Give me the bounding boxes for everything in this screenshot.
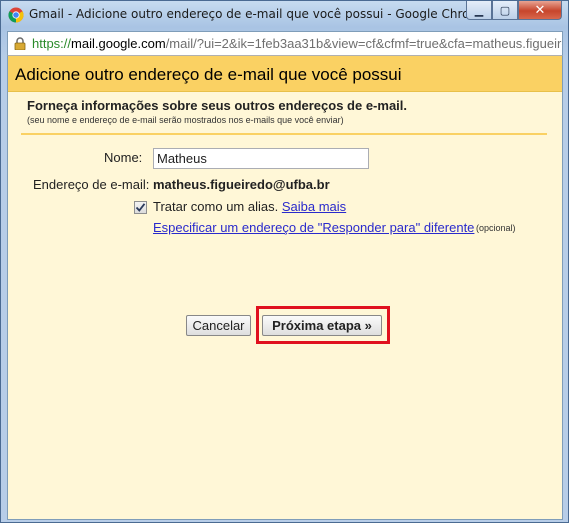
url-host: mail.google.com: [71, 36, 166, 51]
chrome-logo-icon: [8, 7, 24, 23]
highlight-box: [256, 306, 390, 344]
dialog-header: Adicione outro endereço de e-mail que vo…: [8, 56, 562, 92]
alias-checkbox[interactable]: [134, 201, 147, 214]
intro-heading: Forneça informações sobre seus outros en…: [27, 98, 408, 113]
url-path: /mail/?ui=2&ik=1feb3aa31b&view=cf&cfmf=t…: [165, 36, 563, 51]
alias-label: Tratar como um alias.: [153, 199, 279, 214]
name-field[interactable]: [153, 148, 369, 169]
page-content: Adicione outro endereço de e-mail que vo…: [7, 55, 563, 520]
optional-note: (opcional): [476, 223, 516, 233]
add-email-dialog: Adicione outro endereço de e-mail que vo…: [8, 56, 562, 519]
divider: [21, 133, 547, 135]
learn-more-link[interactable]: Saiba mais: [282, 199, 346, 214]
maximize-icon: ▢: [499, 3, 511, 17]
lock-icon: [14, 37, 26, 50]
window-controls: ▁ ▢ ✕: [466, 1, 562, 21]
maximize-button[interactable]: ▢: [492, 1, 518, 20]
url-scheme: https://: [32, 36, 72, 51]
minimize-icon: ▁: [474, 3, 484, 17]
window-title: Gmail - Adicione outro endereço de e-mai…: [29, 7, 489, 21]
cancel-button[interactable]: Cancelar: [186, 315, 251, 336]
close-button[interactable]: ✕: [518, 1, 562, 20]
url-text[interactable]: https://mail.google.com/mail/?ui=2&ik=1f…: [32, 36, 563, 51]
alias-option: Tratar como um alias. Saiba mais: [153, 199, 346, 214]
minimize-button[interactable]: ▁: [466, 1, 492, 20]
checkmark-icon: [135, 203, 146, 212]
close-icon: ✕: [534, 2, 546, 18]
name-label: Nome:: [104, 150, 143, 165]
dialog-body: Forneça informações sobre seus outros en…: [8, 92, 562, 519]
email-label: Endereço de e-mail:: [33, 177, 150, 192]
reply-to-link[interactable]: Especificar um endereço de "Responder pa…: [153, 220, 474, 235]
title-bar[interactable]: Gmail - Adicione outro endereço de e-mai…: [1, 1, 568, 29]
intro-note: (seu nome e endereço de e-mail serão mos…: [27, 115, 344, 125]
dialog-title: Adicione outro endereço de e-mail que vo…: [15, 65, 402, 84]
email-address-value: matheus.figueiredo@ufba.br: [153, 177, 330, 192]
browser-window: Gmail - Adicione outro endereço de e-mai…: [0, 0, 569, 523]
address-bar[interactable]: https://mail.google.com/mail/?ui=2&ik=1f…: [7, 31, 563, 55]
